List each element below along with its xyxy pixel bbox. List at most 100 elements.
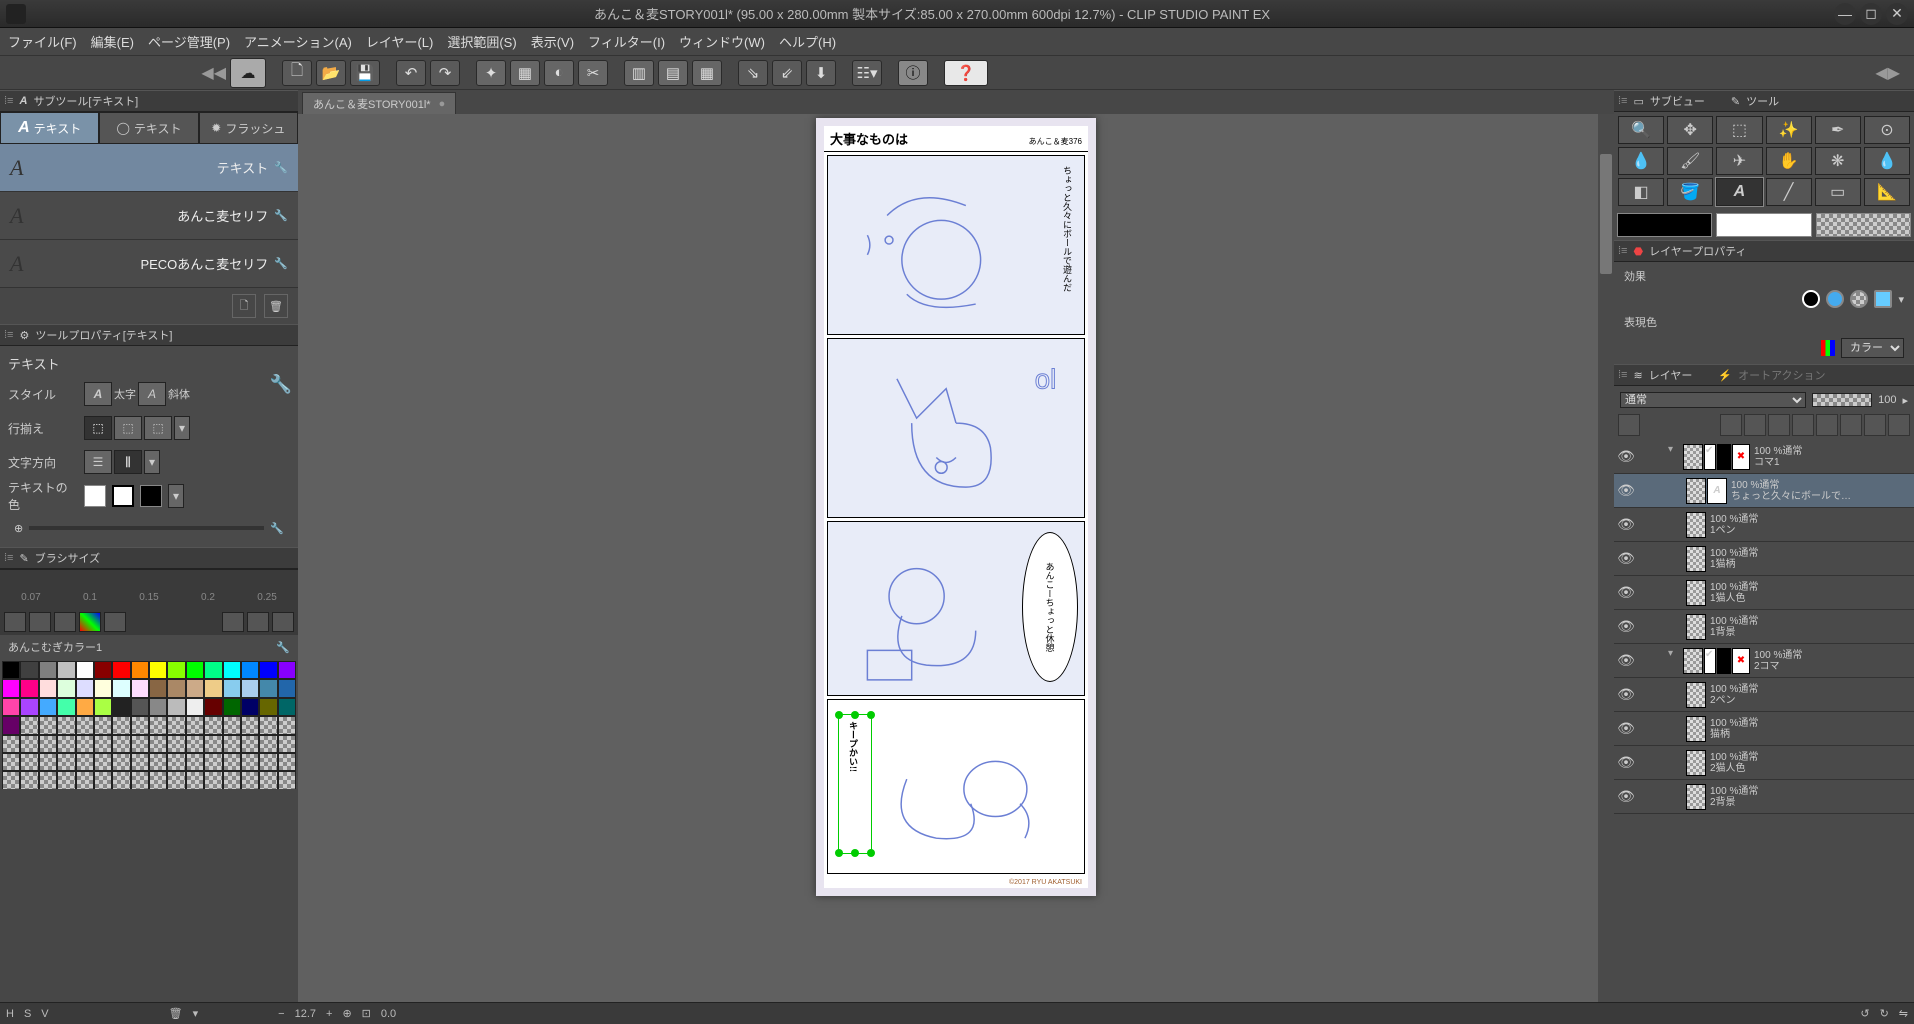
horiz-button[interactable]: ☰: [84, 450, 112, 474]
wrench-icon[interactable]: 🔧: [274, 209, 288, 222]
subtool-item-peco[interactable]: APECOあんこ麦セリフ🔧: [0, 240, 298, 288]
tool-eyedrop[interactable]: 💧: [1618, 147, 1664, 175]
layer-row[interactable]: 👁 A 100 %通常ちょっと久々にボールで…: [1614, 474, 1914, 508]
color-swatch[interactable]: [76, 679, 94, 697]
undo-button[interactable]: ↶: [396, 60, 426, 86]
color-swatch[interactable]: [76, 771, 94, 789]
color-swatch[interactable]: [57, 679, 75, 697]
tool-decoration[interactable]: ❋: [1815, 147, 1861, 175]
color-swatch[interactable]: [76, 716, 94, 734]
drop-icon[interactable]: ▾: [193, 1007, 199, 1020]
colorset-btn-2[interactable]: [29, 612, 51, 632]
color-swatch[interactable]: [131, 735, 149, 753]
menu-layer[interactable]: レイヤー(L): [366, 32, 434, 51]
subtool-tab-text[interactable]: Aテキスト: [0, 112, 99, 144]
grid-button[interactable]: ▥: [624, 60, 654, 86]
color-swatch[interactable]: [186, 771, 204, 789]
clip-studio-button[interactable]: ☁: [230, 58, 266, 88]
status-h[interactable]: H: [6, 1008, 14, 1020]
layer-visibility-icon[interactable]: 👁: [1614, 754, 1638, 771]
subview-tool-header[interactable]: ⁞≡▭サブビュー ✎ツール: [1614, 90, 1914, 112]
wrench-icon[interactable]: 🔧: [274, 257, 288, 270]
color-swatch[interactable]: [167, 661, 185, 679]
colorset-btn-8[interactable]: [272, 612, 294, 632]
color-swatch[interactable]: [39, 753, 57, 771]
italic-button[interactable]: A: [138, 382, 166, 406]
color-swatch[interactable]: [204, 679, 222, 697]
color-swatch[interactable]: [204, 735, 222, 753]
menu-edit[interactable]: 編集(E): [91, 32, 134, 51]
colorset-btn-1[interactable]: [4, 612, 26, 632]
color-swatch[interactable]: [204, 661, 222, 679]
color-swatch[interactable]: [149, 735, 167, 753]
color-swatch[interactable]: [20, 771, 38, 789]
foreground-color[interactable]: [1617, 213, 1712, 237]
menu-animation[interactable]: アニメーション(A): [244, 32, 352, 51]
layer-clip[interactable]: [1816, 414, 1838, 436]
color-swatch[interactable]: [278, 716, 296, 734]
layer-merge[interactable]: [1864, 414, 1886, 436]
blend-mode-select[interactable]: 通常: [1620, 392, 1806, 408]
color-swatch[interactable]: [259, 698, 277, 716]
background-color[interactable]: [1716, 213, 1811, 237]
color-swatch[interactable]: [259, 661, 277, 679]
effect-border[interactable]: [1802, 290, 1820, 308]
color-swatch[interactable]: [76, 661, 94, 679]
color-swatch[interactable]: [57, 698, 75, 716]
color-swatch[interactable]: [278, 698, 296, 716]
maximize-button[interactable]: ◻: [1860, 3, 1882, 25]
tool-marquee[interactable]: ⬚: [1716, 116, 1762, 144]
rotate-r-icon[interactable]: ↻: [1880, 1007, 1889, 1020]
close-button[interactable]: ✕: [1886, 3, 1908, 25]
color-swatch[interactable]: [57, 771, 75, 789]
color-swatch[interactable]: [94, 716, 112, 734]
dir-drop-button[interactable]: ▾: [144, 450, 160, 474]
color-swatch[interactable]: [167, 753, 185, 771]
tool-fill[interactable]: 🪣: [1667, 178, 1713, 206]
color-swatch[interactable]: [39, 771, 57, 789]
color-swatch[interactable]: [259, 735, 277, 753]
color-swatch[interactable]: [2, 735, 20, 753]
color-swatch[interactable]: [20, 753, 38, 771]
color-swatch[interactable]: [39, 735, 57, 753]
zoom-out-icon[interactable]: −: [278, 1008, 284, 1020]
tool-ruler[interactable]: 📐: [1864, 178, 1910, 206]
layer-visibility-icon[interactable]: 👁: [1614, 720, 1638, 737]
ruler-button[interactable]: ▤: [658, 60, 688, 86]
color-main-swatch[interactable]: [84, 485, 106, 507]
color-swatch[interactable]: [131, 753, 149, 771]
effect-drop-icon[interactable]: ▾: [1898, 293, 1904, 306]
subtool-panel-header[interactable]: ⁞≡ A サブツール[テキスト]: [0, 90, 298, 112]
layerprop-header[interactable]: ⁞≡⬣ レイヤープロパティ: [1614, 240, 1914, 262]
zoom-fit-icon[interactable]: ⊕: [342, 1007, 351, 1020]
color-swatch[interactable]: [167, 716, 185, 734]
color-swatch[interactable]: [112, 771, 130, 789]
color-swatch[interactable]: [241, 679, 259, 697]
color-swatch[interactable]: [241, 753, 259, 771]
layer-folder[interactable]: [1744, 414, 1766, 436]
text-selection-box[interactable]: キープかい!!: [838, 714, 872, 854]
color-swatch[interactable]: [39, 679, 57, 697]
status-s[interactable]: S: [24, 1008, 31, 1020]
color-swatch[interactable]: [76, 698, 94, 716]
align-button[interactable]: ☷▾: [852, 60, 882, 86]
trash-icon[interactable]: 🗑: [169, 1007, 183, 1020]
collapse-right-icon[interactable]: ◀▶: [1875, 63, 1900, 83]
status-v[interactable]: V: [41, 1008, 48, 1020]
flip-icon[interactable]: ⇋: [1899, 1007, 1908, 1020]
color-swatch[interactable]: [167, 771, 185, 789]
color-swatch[interactable]: [278, 661, 296, 679]
vert-button[interactable]: ⫼: [114, 450, 142, 474]
color-swatch[interactable]: [223, 771, 241, 789]
menu-page[interactable]: ページ管理(P): [148, 32, 230, 51]
menu-file[interactable]: ファイル(F): [8, 32, 77, 51]
color-swatch[interactable]: [112, 716, 130, 734]
color-swatch[interactable]: [241, 716, 259, 734]
color-swatch[interactable]: [94, 735, 112, 753]
tool-eraser[interactable]: ◧: [1618, 178, 1664, 206]
tool-line[interactable]: ╱: [1766, 178, 1812, 206]
color-swatch[interactable]: [204, 753, 222, 771]
new-button[interactable]: 🗋: [282, 60, 312, 86]
delete-subtool-button[interactable]: 🗑: [264, 294, 288, 318]
color-swatch[interactable]: [149, 753, 167, 771]
